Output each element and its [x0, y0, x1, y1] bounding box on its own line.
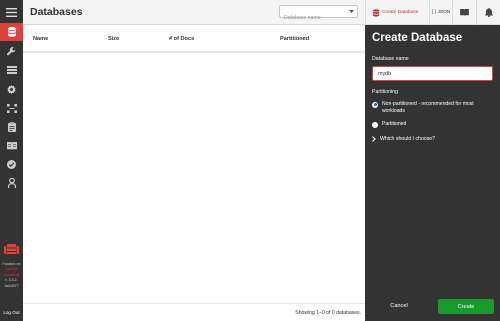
page-header: Databases — [23, 0, 365, 25]
column-header-size: Size — [108, 36, 120, 42]
create-button[interactable]: Create — [438, 299, 494, 314]
table-header-divider — [23, 51, 365, 53]
json-button[interactable]: { } JSON — [429, 0, 452, 25]
panel-title: Create Database — [372, 32, 463, 44]
which-should-i-choose-toggle[interactable]: Which should I choose? — [372, 136, 435, 142]
api-docs-button[interactable] — [452, 0, 476, 25]
database-icon — [7, 27, 16, 37]
version-text: v. 3.4.2-9a0d977 — [4, 278, 19, 288]
column-header-partitioned: Partitioned — [280, 36, 310, 42]
documentation-book-icon — [6, 142, 17, 150]
radio-option-partitioned[interactable]: Partitioned — [372, 121, 494, 128]
column-header-docs: # of Docs — [169, 36, 195, 42]
sidebar-item-nodes[interactable] — [0, 118, 23, 136]
pagination-summary: Showing 1–0 of 0 databases. — [295, 310, 361, 316]
left-sidebar: Fauxton on Apache CouchDB v. 3.4.2-9a0d9… — [0, 0, 23, 321]
clipboard-icon — [7, 122, 16, 132]
database-search-input[interactable] — [280, 12, 346, 24]
header-actions: Create Database { } JSON — [365, 0, 500, 25]
user-icon — [7, 178, 16, 188]
radio-label: Non-partitioned - recommended for most w… — [382, 101, 474, 114]
column-header-name[interactable]: Name — [33, 36, 48, 42]
menu-toggle[interactable] — [0, 3, 23, 21]
sidebar-item-verify[interactable] — [0, 155, 23, 173]
database-search[interactable] — [279, 5, 358, 24]
database-name-label: Database name — [372, 56, 409, 62]
radio-button[interactable] — [372, 121, 378, 128]
chevron-down-icon[interactable] — [349, 10, 354, 13]
wrench-icon — [7, 46, 16, 55]
chevron-right-icon — [372, 136, 376, 142]
active-tasks-icon — [6, 66, 17, 74]
page-title: Databases — [30, 6, 83, 18]
couchdb-logo-icon — [4, 244, 19, 254]
sidebar-item-setup[interactable] — [0, 42, 23, 60]
table-footer: Showing 1–0 of 0 databases. — [23, 303, 365, 321]
sidebar-item-documentation[interactable] — [0, 137, 23, 155]
radio-option-non-partitioned[interactable]: Non-partitioned - recommended for most w… — [372, 101, 494, 115]
replication-icon — [6, 103, 17, 113]
create-database-panel: Create Database Database name Partitioni… — [365, 25, 500, 321]
partitioning-label: Partitioning — [372, 89, 398, 95]
sidebar-item-config[interactable] — [0, 80, 23, 98]
which-should-i-choose-label: Which should I choose? — [380, 136, 436, 142]
radio-label: Partitioned — [382, 121, 407, 127]
sidebar-item-replication[interactable] — [0, 99, 23, 117]
databases-table-header: Name Size # of Docs Partitioned — [23, 26, 365, 51]
database-add-icon — [373, 8, 379, 17]
cancel-button[interactable]: Cancel — [384, 299, 414, 313]
gear-icon — [7, 84, 16, 94]
create-database-button[interactable]: Create Database — [365, 0, 429, 25]
menu-icon — [6, 7, 17, 17]
bell-icon — [484, 8, 493, 17]
book-icon — [460, 9, 469, 16]
database-name-input[interactable] — [372, 66, 493, 81]
create-database-label: Create Database — [382, 10, 419, 15]
notifications-button[interactable] — [476, 0, 500, 25]
verify-check-icon — [7, 159, 16, 169]
radio-button[interactable] — [372, 101, 378, 108]
fauxton-version-info: Fauxton on Apache CouchDB v. 3.4.2-9a0d9… — [0, 262, 23, 289]
apache-couchdb-link[interactable]: Apache CouchDB — [0, 267, 23, 278]
sidebar-item-active-tasks[interactable] — [0, 61, 23, 79]
sidebar-item-databases[interactable] — [0, 23, 23, 41]
sidebar-item-user[interactable] — [0, 174, 23, 192]
logout-button[interactable]: Log Out — [0, 304, 23, 321]
